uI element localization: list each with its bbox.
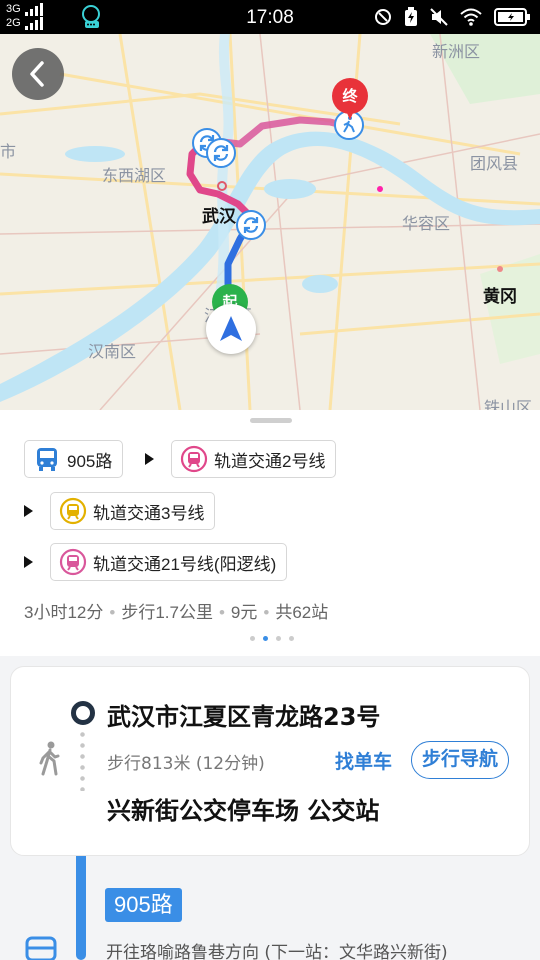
back-button[interactable] [12,48,64,100]
map-label-hannan: 汉南区 [88,344,137,361]
separator: • [263,603,270,622]
page-dot[interactable] [289,636,294,641]
start-address: 武汉市江夏区青龙路23号 [107,703,381,731]
chevron-left-icon [30,61,44,87]
drag-handle[interactable] [250,418,292,423]
current-location-button[interactable] [206,304,256,354]
map-label-tuanfeng: 团风县 [470,156,519,173]
find-bike-button[interactable]: 找单车 [335,747,392,774]
metro-icon [180,445,208,473]
page-dot-active[interactable] [263,636,268,641]
battery-icon [494,8,530,30]
route-map[interactable]: 新洲区 市 东西湖区 武汉 团风县 华容区 黄冈 江夏区 汉南区 铁山区 终 起 [0,34,540,410]
separator: • [109,603,116,622]
map-label-xinzhou: 新洲区 [432,44,481,61]
route-price: 9元 [230,603,258,622]
transfer-icon[interactable] [206,138,236,168]
segment-label: 轨道交通3号线 [93,503,205,523]
walk-navigation-button[interactable]: 步行导航 [411,741,510,779]
route-walk-distance: 步行1.7公里 [121,603,213,622]
segment-label: 轨道交通2号线 [214,451,326,471]
bus-icon [37,448,57,471]
page-dot[interactable] [250,636,255,641]
end-marker-label: 终 [332,78,368,114]
segment-label: 905路 [67,451,113,471]
map-canvas [0,34,540,410]
route-stats: 3小时12分 • 步行1.7公里 • 9元 • 共62站 [24,598,328,623]
page-indicator[interactable] [250,636,294,641]
segment-chip-metro-3[interactable]: 轨道交通3号线 [50,492,216,530]
separator: • [218,603,225,622]
segment-chip-metro-2[interactable]: 轨道交通2号线 [171,440,337,478]
battery-saver-icon [404,7,418,31]
map-label-huarong: 华容区 [402,216,451,233]
segment-chip-bus[interactable]: 905路 [24,440,124,478]
map-label-tieshan: 铁山区 [484,400,533,410]
map-label-wuhan: 武汉 [202,207,236,226]
metro-icon [59,548,87,576]
metro-icon [59,497,87,525]
map-label-shi: 市 [0,144,17,161]
route-stop-count: 共62站 [275,603,329,622]
bus-direction: 开往珞喻路鲁巷方向 (下一站：文华路兴新街) [106,943,448,960]
start-point-marker [71,701,95,725]
walk-step-card[interactable]: 武汉市江夏区青龙路23号 步行813米 (12分钟) 找单车 步行导航 兴新街公… [10,666,530,856]
route-duration: 3小时12分 [24,603,104,622]
walking-person-icon [37,741,61,781]
navigation-arrow-icon [220,316,242,341]
route-summary-panel[interactable]: 905路 轨道交通2号线 轨道交通3号线 轨道交通21号线(阳逻线) 3小时12… [0,410,540,656]
arrow-right-icon [145,453,154,465]
boarding-stop: 兴新街公交停车场 公交站 [107,797,380,825]
segment-chip-metro-21[interactable]: 轨道交通21号线(阳逻线) [50,543,288,581]
walking-path-dots [80,729,85,791]
status-bar: 3G 2G 17:08 [0,0,540,34]
page-dot[interactable] [276,636,281,641]
mute-icon [430,8,448,30]
walk-distance-time: 步行813米 (12分钟) [107,754,265,774]
do-not-disturb-icon [374,8,392,30]
wifi-icon [460,8,482,30]
arrow-right-icon [24,505,33,517]
map-label-dongxihu: 东西湖区 [102,168,167,185]
end-marker[interactable]: 终 [332,78,368,122]
transfer-icon[interactable] [236,210,266,240]
map-label-huanggang: 黄冈 [483,287,517,306]
bus-line-badge[interactable]: 905路 [105,888,182,922]
bus-icon [24,936,58,960]
segment-label: 轨道交通21号线(阳逻线) [93,554,277,574]
arrow-right-icon [24,556,33,568]
